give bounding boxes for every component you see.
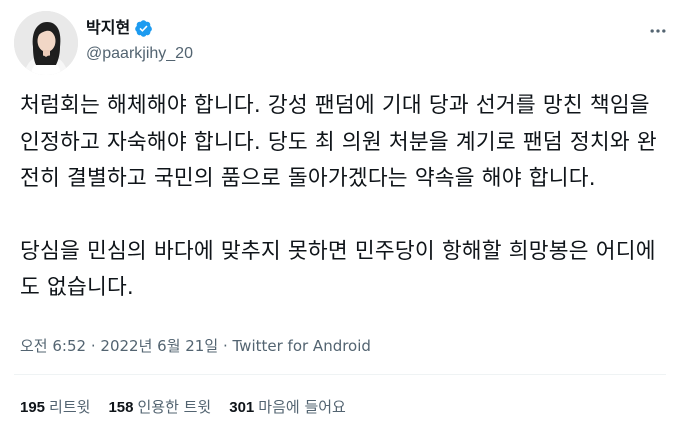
verified-badge-icon bbox=[134, 19, 153, 38]
name-row: 박지현 bbox=[86, 17, 193, 39]
tweet-card: 박지현 @paarkjihy_20 처럼회는 해체해야 합니다. 강성 팬덤에 … bbox=[0, 0, 680, 431]
tweet-date[interactable]: 2022년 6월 21일 bbox=[100, 337, 218, 355]
profile-photo-icon bbox=[14, 11, 78, 75]
retweets-label: 리트윗 bbox=[49, 398, 91, 416]
tweet-text: 처럼회는 해체해야 합니다. 강성 팬덤에 기대 당과 선거를 망친 책임을 인… bbox=[20, 88, 670, 307]
quotes-label: 인용한 트윗 bbox=[137, 398, 212, 416]
tweet-stats: 195 리트윗 158 인용한 트윗 301 마음에 들어요 bbox=[20, 397, 364, 418]
quotes-count: 158 bbox=[108, 399, 134, 416]
tweet-meta: 오전 6:52 · 2022년 6월 21일 · Twitter for And… bbox=[20, 336, 371, 356]
tweet-header: 박지현 @paarkjihy_20 bbox=[14, 11, 680, 75]
tweet-time[interactable]: 오전 6:52 bbox=[20, 337, 86, 355]
likes-label: 마음에 들어요 bbox=[258, 398, 346, 416]
divider bbox=[14, 374, 666, 375]
retweets-stat[interactable]: 195 리트윗 bbox=[20, 397, 90, 418]
quotes-stat[interactable]: 158 인용한 트윗 bbox=[108, 397, 211, 418]
likes-count: 301 bbox=[229, 399, 255, 416]
display-name[interactable]: 박지현 bbox=[86, 17, 130, 39]
author-identity: 박지현 @paarkjihy_20 bbox=[86, 17, 193, 65]
tweet-source[interactable]: Twitter for Android bbox=[233, 337, 371, 355]
avatar[interactable] bbox=[14, 11, 78, 75]
tweet-paragraph-1: 처럼회는 해체해야 합니다. 강성 팬덤에 기대 당과 선거를 망친 책임을 인… bbox=[20, 93, 657, 191]
likes-stat[interactable]: 301 마음에 들어요 bbox=[229, 397, 346, 418]
meta-separator: · bbox=[90, 337, 96, 355]
more-dots-icon bbox=[650, 29, 666, 33]
meta-separator-2: · bbox=[222, 337, 228, 355]
tweet-paragraph-2: 당심을 민심의 바다에 맞추지 못하면 민주당이 항해할 희망봉은 어디에도 없… bbox=[20, 238, 656, 301]
retweets-count: 195 bbox=[20, 399, 46, 416]
author-handle[interactable]: @paarkjihy_20 bbox=[86, 43, 193, 65]
more-options-button[interactable] bbox=[646, 19, 670, 43]
